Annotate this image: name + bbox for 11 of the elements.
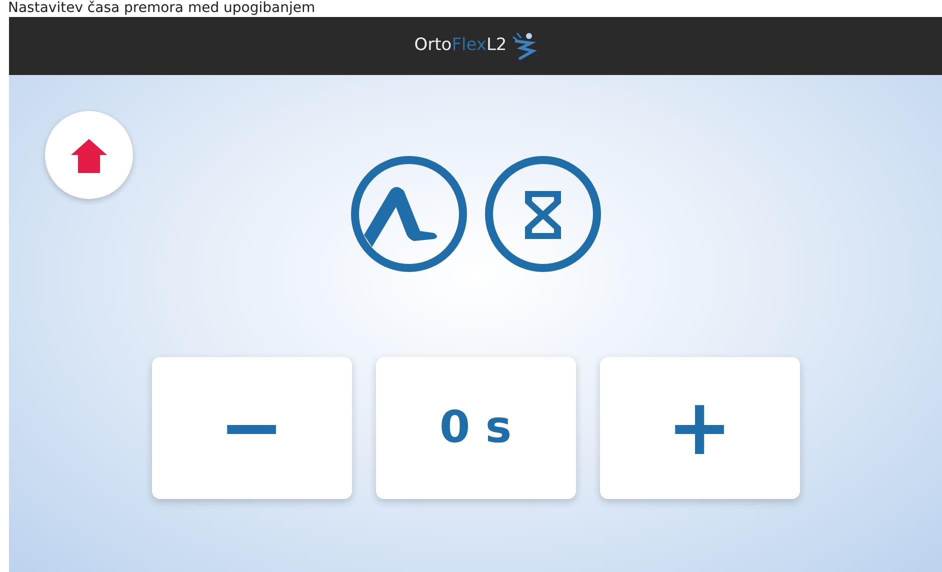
logo-text: L2 — [486, 35, 507, 56]
step-button[interactable]: − — [152, 357, 352, 499]
hourglass-icon — [484, 155, 602, 273]
logo-text: Orto — [414, 35, 452, 56]
step-button[interactable]: + — [600, 357, 800, 499]
knee-bend-icon — [350, 155, 468, 273]
runner-icon — [510, 31, 537, 61]
home-button[interactable] — [45, 111, 133, 199]
page-caption: Nastavitev časa premora med upogibanjem — [7, 0, 316, 17]
logo-text: Flex — [452, 35, 486, 56]
value-display: 0 s — [376, 357, 576, 499]
